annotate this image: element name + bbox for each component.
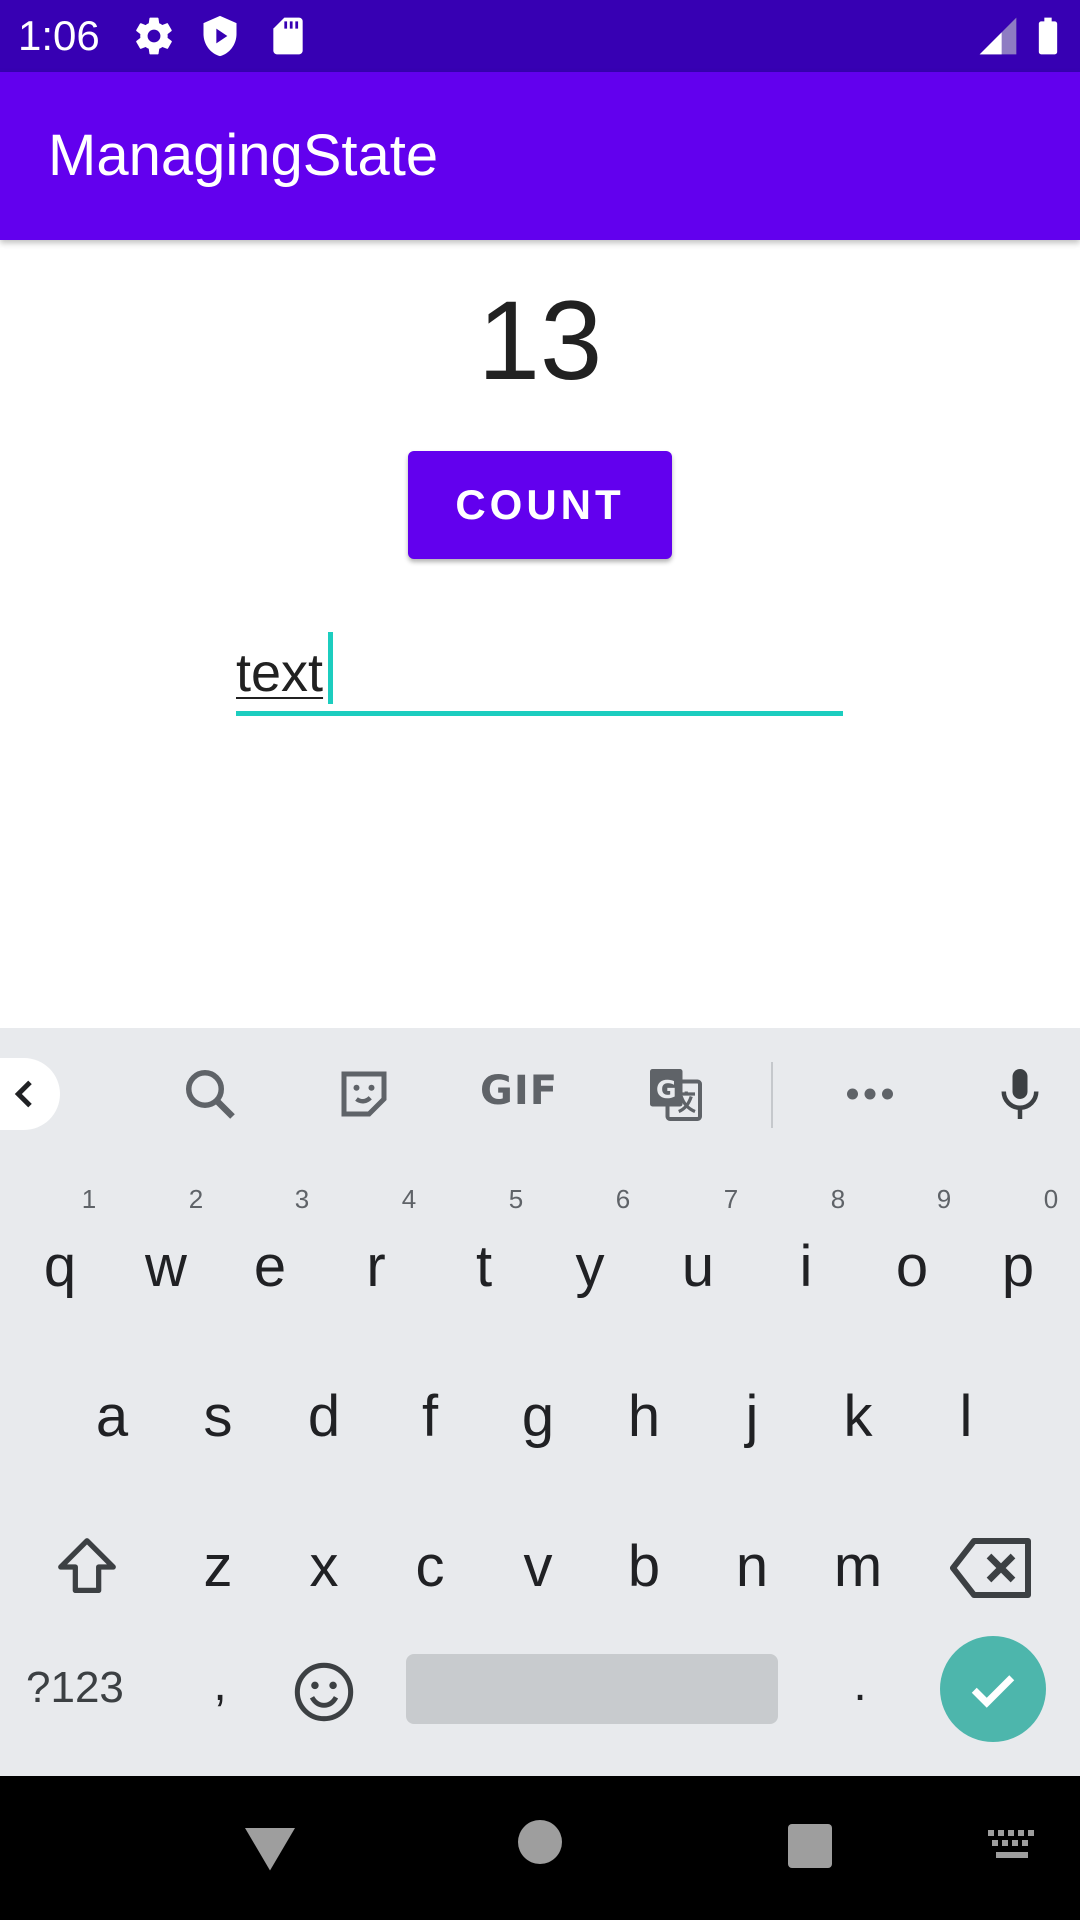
nav-home-icon[interactable] bbox=[516, 1818, 564, 1866]
key-a[interactable]: a bbox=[72, 1382, 152, 1452]
sd-card-icon bbox=[266, 14, 310, 58]
key-r[interactable]: r bbox=[336, 1232, 416, 1302]
key-p[interactable]: p bbox=[978, 1232, 1058, 1302]
settings-icon bbox=[132, 14, 176, 58]
space-bar[interactable] bbox=[406, 1654, 778, 1724]
enter-key[interactable] bbox=[940, 1636, 1046, 1742]
key-h[interactable]: h bbox=[604, 1382, 684, 1452]
app-bar: ManagingState bbox=[0, 72, 1080, 240]
status-time: 1:06 bbox=[18, 12, 100, 59]
key-period[interactable]: . bbox=[830, 1650, 890, 1720]
gif-icon[interactable]: GIF bbox=[480, 1068, 560, 1120]
search-icon[interactable] bbox=[180, 1064, 240, 1124]
keyboard-toolbar-back-icon[interactable] bbox=[0, 1058, 60, 1130]
backspace-icon[interactable] bbox=[950, 1534, 1034, 1602]
key-i-hint: 8 bbox=[830, 1184, 846, 1214]
key-f[interactable]: f bbox=[390, 1382, 470, 1452]
key-g[interactable]: g bbox=[498, 1382, 578, 1452]
shift-icon[interactable] bbox=[52, 1532, 122, 1602]
key-b[interactable]: b bbox=[604, 1532, 684, 1602]
key-v[interactable]: v bbox=[498, 1532, 578, 1602]
nav-recents-icon[interactable] bbox=[786, 1822, 834, 1870]
key-d[interactable]: d bbox=[284, 1382, 364, 1452]
key-w-hint: 2 bbox=[188, 1184, 204, 1214]
status-bar: 1:06 bbox=[0, 0, 1080, 72]
navigation-bar bbox=[0, 1776, 1080, 1920]
key-y[interactable]: y bbox=[550, 1232, 630, 1302]
symbols-key[interactable]: ?123 bbox=[26, 1662, 146, 1714]
text-input[interactable]: text bbox=[236, 620, 843, 716]
key-l[interactable]: l bbox=[926, 1382, 1006, 1452]
signal-icon bbox=[976, 14, 1020, 58]
sticker-icon[interactable] bbox=[334, 1064, 394, 1124]
microphone-icon[interactable] bbox=[990, 1064, 1050, 1124]
key-n[interactable]: n bbox=[712, 1532, 792, 1602]
battery-icon bbox=[1026, 14, 1070, 58]
key-w[interactable]: w bbox=[126, 1232, 206, 1302]
key-e-hint: 3 bbox=[294, 1184, 310, 1214]
key-u-hint: 7 bbox=[723, 1184, 739, 1214]
nav-back-icon[interactable] bbox=[240, 1818, 300, 1878]
key-comma[interactable]: , bbox=[190, 1650, 250, 1720]
key-o-hint: 9 bbox=[936, 1184, 952, 1214]
keyboard-keys: q 1 w 2 e 3 r 4 t 5 y 6 u 7 i 8 o 9 p 0 … bbox=[0, 1160, 1080, 1776]
translate-icon[interactable]: G bbox=[645, 1064, 705, 1124]
keyboard-toolbar: GIF G bbox=[0, 1028, 1080, 1160]
app-title: ManagingState bbox=[48, 123, 439, 188]
key-c[interactable]: c bbox=[390, 1532, 470, 1602]
key-k[interactable]: k bbox=[818, 1382, 898, 1452]
shield-icon bbox=[198, 14, 242, 58]
key-s[interactable]: s bbox=[178, 1382, 258, 1452]
count-button[interactable]: COUNT bbox=[408, 451, 672, 559]
text-cursor bbox=[328, 632, 333, 704]
key-q[interactable]: q bbox=[20, 1232, 100, 1302]
key-z[interactable]: z bbox=[178, 1532, 258, 1602]
key-q-hint: 1 bbox=[81, 1184, 97, 1214]
key-i[interactable]: i bbox=[766, 1232, 846, 1302]
more-icon[interactable] bbox=[840, 1064, 900, 1124]
key-y-hint: 6 bbox=[615, 1184, 631, 1214]
text-input-value: text bbox=[236, 643, 324, 703]
key-o[interactable]: o bbox=[872, 1232, 952, 1302]
key-m[interactable]: m bbox=[818, 1532, 898, 1602]
key-e[interactable]: e bbox=[230, 1232, 310, 1302]
check-icon bbox=[971, 1675, 1015, 1708]
counter-value: 13 bbox=[477, 278, 603, 403]
svg-text:G: G bbox=[656, 1075, 677, 1104]
key-j[interactable]: j bbox=[712, 1382, 792, 1452]
key-r-hint: 4 bbox=[401, 1184, 417, 1214]
toolbar-divider bbox=[771, 1062, 773, 1128]
soft-keyboard: GIF G q 1 w 2 e 3 r 4 t 5 y 6 u 7 i 8 o … bbox=[0, 1028, 1080, 1776]
nav-keyboard-icon[interactable] bbox=[986, 1828, 1038, 1864]
key-x[interactable]: x bbox=[284, 1532, 364, 1602]
text-input-underline bbox=[236, 711, 843, 716]
key-t[interactable]: t bbox=[444, 1232, 524, 1302]
emoji-icon[interactable] bbox=[292, 1660, 356, 1724]
key-t-hint: 5 bbox=[508, 1184, 524, 1214]
key-u[interactable]: u bbox=[658, 1232, 738, 1302]
key-p-hint: 0 bbox=[1043, 1184, 1059, 1214]
